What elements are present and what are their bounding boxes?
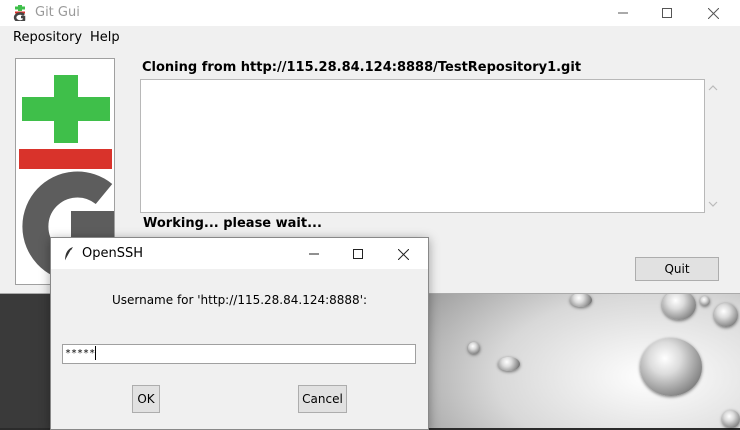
close-button[interactable] — [690, 0, 736, 26]
minimize-button[interactable] — [600, 0, 646, 26]
dialog-close-button[interactable] — [380, 240, 426, 268]
window-title: Git Gui — [35, 5, 80, 20]
close-icon — [397, 248, 409, 260]
username-prompt: Username for 'http://115.28.84.124:8888'… — [111, 293, 368, 307]
maximize-icon — [662, 8, 672, 18]
water-drop — [570, 293, 592, 307]
working-status-label: Working... please wait... — [143, 216, 322, 231]
water-drop — [722, 410, 740, 428]
maximize-icon — [353, 249, 363, 259]
scroll-down-icon[interactable] — [705, 197, 721, 211]
scroll-up-icon[interactable] — [705, 81, 721, 95]
cancel-button[interactable]: Cancel — [298, 385, 347, 413]
ok-button[interactable]: OK — [132, 385, 160, 413]
dialog-title: OpenSSH — [82, 246, 144, 261]
water-drop — [498, 357, 520, 371]
maximize-button[interactable] — [644, 0, 690, 26]
menu-help[interactable]: Help — [90, 30, 120, 45]
openssh-dialog: OpenSSH Username for 'http://115.28.84.1… — [50, 237, 429, 430]
minimize-icon — [618, 12, 628, 14]
minimize-icon — [309, 253, 319, 255]
menu-repository[interactable]: Repository — [13, 30, 82, 45]
quit-button[interactable]: Quit — [635, 257, 719, 281]
username-input[interactable]: ***** — [62, 344, 416, 364]
water-drop — [714, 303, 738, 327]
dialog-title-bar: OpenSSH — [51, 238, 428, 269]
dialog-maximize-button[interactable] — [335, 240, 381, 268]
dialog-minimize-button[interactable] — [291, 240, 337, 268]
clone-status-label: Cloning from http://115.28.84.124:8888/T… — [142, 60, 582, 75]
close-icon — [707, 7, 719, 19]
text-caret — [95, 346, 97, 360]
water-drop — [468, 342, 480, 354]
water-drop — [640, 338, 702, 396]
menu-bar: Repository Help — [0, 27, 740, 47]
water-drop — [700, 296, 710, 306]
username-input-value: ***** — [65, 348, 96, 359]
git-gui-app-icon — [13, 5, 26, 21]
title-bar: Git Gui — [0, 0, 740, 26]
feather-icon — [64, 247, 73, 262]
vertical-scrollbar[interactable] — [705, 79, 721, 213]
output-text-area[interactable] — [140, 79, 705, 213]
water-drop — [662, 290, 696, 320]
